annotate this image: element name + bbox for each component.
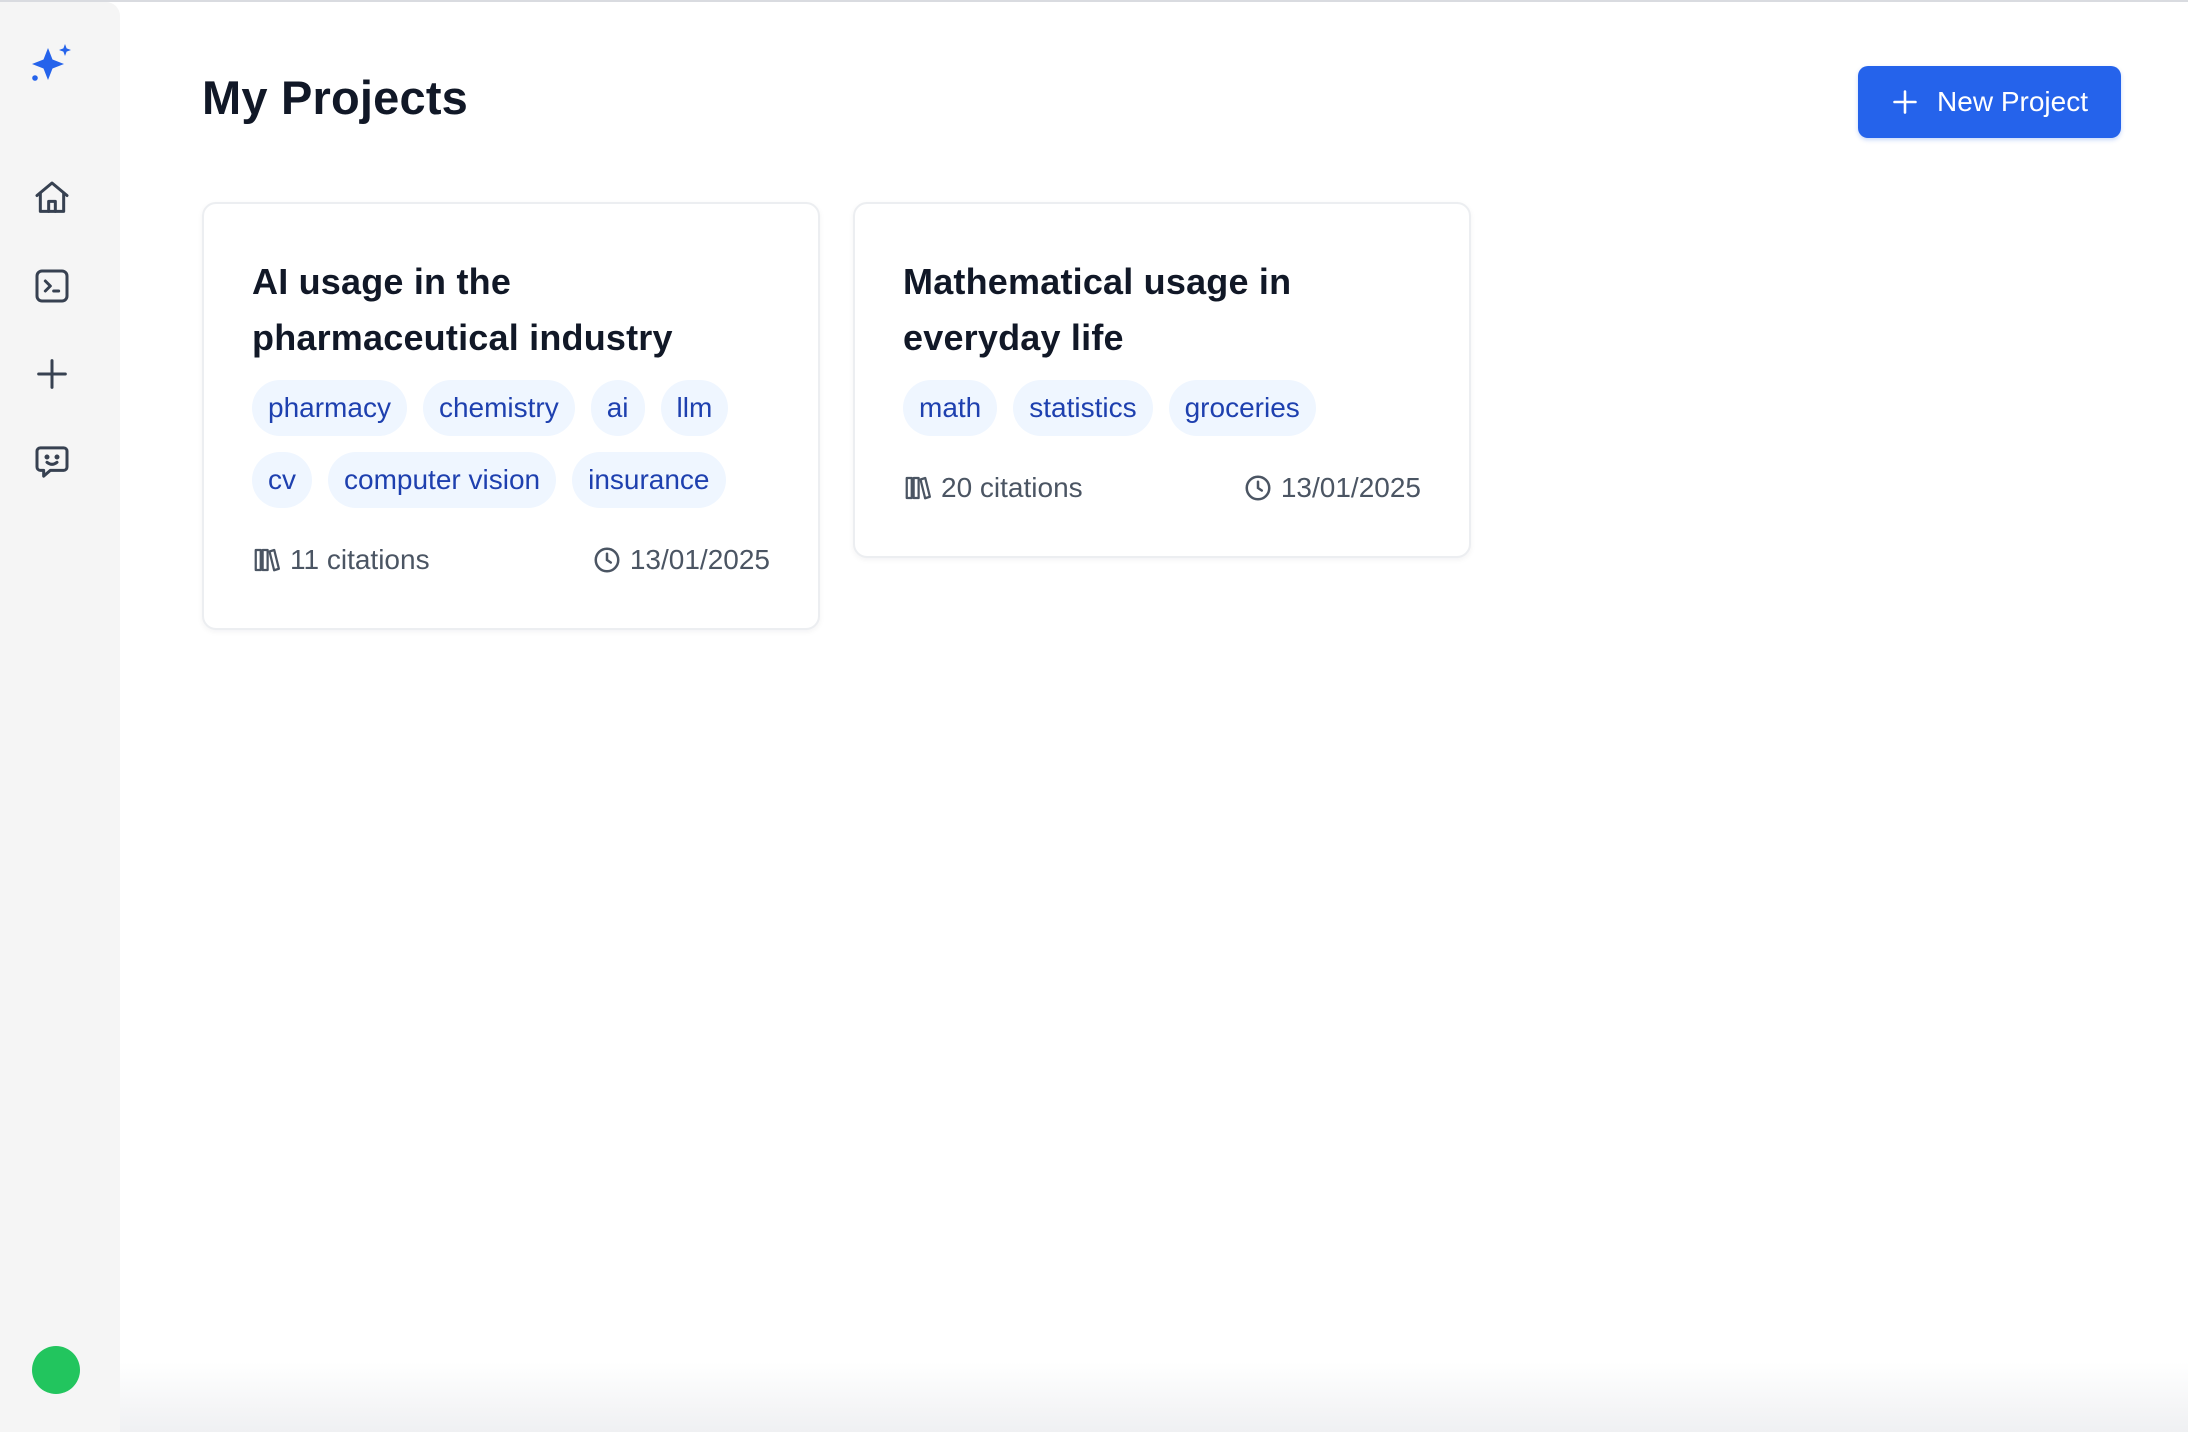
clock-icon	[1245, 475, 1271, 501]
tag-list: math statistics groceries	[903, 380, 1443, 436]
clock-icon	[594, 547, 620, 573]
tag[interactable]: groceries	[1168, 380, 1316, 436]
library-icon	[905, 476, 931, 500]
app-window: My Projects New Project AI usage in the …	[0, 0, 2188, 1432]
new-project-label: New Project	[1937, 86, 2088, 117]
bottom-shadow	[120, 1362, 2188, 1432]
plus-icon	[1893, 90, 1917, 114]
project-title: Mathematical usage in everyday life	[903, 261, 1292, 358]
citation-count: 20 citations	[903, 472, 1083, 504]
sidebar-item-terminal[interactable]	[26, 260, 78, 312]
library-icon	[254, 548, 280, 572]
citation-text: 20 citations	[941, 472, 1083, 503]
tag[interactable]: computer vision	[328, 452, 557, 508]
date-text: 13/01/2025	[629, 544, 770, 575]
tag[interactable]: statistics	[1013, 380, 1153, 436]
page-title: My Projects	[202, 71, 469, 124]
card-footer: 20 citations 13/01/2025	[903, 472, 1421, 504]
tag[interactable]: insurance	[572, 452, 726, 508]
home-icon	[35, 181, 69, 213]
tag[interactable]: ai	[590, 380, 645, 436]
date-text: 13/01/2025	[1280, 472, 1421, 503]
sidebar-item-home[interactable]	[26, 172, 78, 224]
chat-smile-icon	[35, 446, 69, 478]
plus-icon	[37, 359, 67, 389]
tag[interactable]: math	[903, 380, 998, 436]
new-project-button[interactable]: New Project	[1858, 66, 2121, 138]
project-card[interactable]: AI usage in the pharmaceutical industry …	[202, 202, 820, 630]
project-card[interactable]: Mathematical usage in everyday life math…	[853, 202, 1471, 558]
tag[interactable]: pharmacy	[252, 380, 407, 436]
tag[interactable]: chemistry	[422, 380, 575, 436]
project-title: AI usage in the pharmaceutical industry	[252, 261, 673, 358]
sidebar	[0, 2, 120, 1432]
citation-count: 11 citations	[252, 544, 430, 576]
sidebar-item-chat[interactable]	[26, 436, 78, 488]
card-footer: 11 citations 13/01/2025	[252, 544, 770, 576]
tag-list: pharmacy chemistry ai llm cv computer vi…	[252, 380, 792, 508]
citation-text: 11 citations	[290, 544, 430, 575]
user-status-avatar[interactable]	[32, 1346, 80, 1394]
tag[interactable]: llm	[660, 380, 729, 436]
sparkles-icon	[26, 38, 78, 90]
sidebar-item-add[interactable]	[26, 348, 78, 400]
tag[interactable]: cv	[252, 452, 312, 508]
terminal-icon	[35, 269, 69, 303]
project-date: 13/01/2025	[592, 544, 770, 576]
project-date: 13/01/2025	[1243, 472, 1421, 504]
